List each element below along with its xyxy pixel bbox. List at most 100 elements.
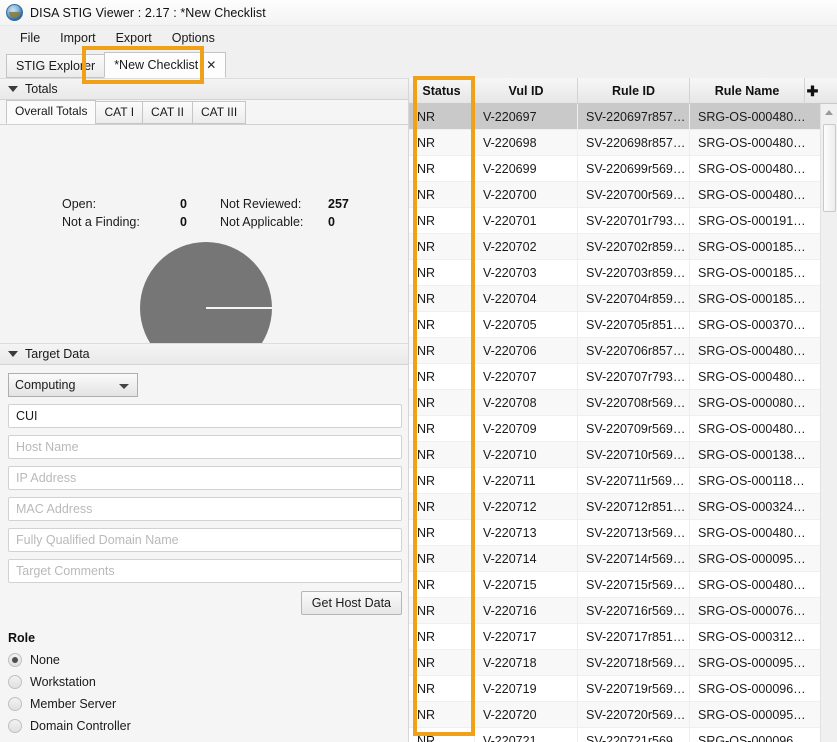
table-row[interactable]: NR V-220713 SV-220713r569… SRG-OS-000480… xyxy=(409,520,820,546)
cell-status: NR xyxy=(409,260,475,285)
cell-vul-id: V-220702 xyxy=(475,234,578,259)
scrollbar-thumb[interactable] xyxy=(823,124,836,212)
cell-vul-id: V-220710 xyxy=(475,442,578,467)
cell-status: NR xyxy=(409,598,475,623)
cell-rule-id: SV-220705r851… xyxy=(578,312,690,337)
menu-file[interactable]: File xyxy=(10,28,50,48)
table-row[interactable]: NR V-220704 SV-220704r859… SRG-OS-000185… xyxy=(409,286,820,312)
tab-overall-totals[interactable]: Overall Totals xyxy=(6,100,97,124)
table-row[interactable]: NR V-220714 SV-220714r569… SRG-OS-000095… xyxy=(409,546,820,572)
table-row[interactable]: NR V-220710 SV-220710r569… SRG-OS-000138… xyxy=(409,442,820,468)
column-header-vul-id[interactable]: Vul ID xyxy=(475,78,578,104)
menu-options[interactable]: Options xyxy=(162,28,225,48)
close-icon[interactable]: ✕ xyxy=(206,58,216,72)
tab-cat-3[interactable]: CAT III xyxy=(191,101,247,124)
menu-bar: File Import Export Options xyxy=(0,26,837,50)
column-header-status[interactable]: Status xyxy=(409,78,475,104)
cell-vul-id: V-220697 xyxy=(475,104,578,129)
menu-import[interactable]: Import xyxy=(50,28,105,48)
ip-address-field[interactable] xyxy=(8,466,402,490)
cell-rule-name: SRG-OS-000480… xyxy=(698,187,805,202)
cell-rule-id: SV-220711r569… xyxy=(578,468,690,493)
table-row[interactable]: NR V-220717 SV-220717r851… SRG-OS-000312… xyxy=(409,624,820,650)
role-option-none[interactable]: None xyxy=(8,649,408,671)
role-option-workstation[interactable]: Workstation xyxy=(8,671,408,693)
mac-address-field[interactable] xyxy=(8,497,402,521)
cell-rule-id: SV-220721r569 xyxy=(578,728,690,742)
classification-select[interactable]: Computing xyxy=(8,373,138,397)
totals-section-header[interactable]: Totals xyxy=(0,78,408,100)
table-row[interactable]: NR V-220719 SV-220719r569… SRG-OS-000096… xyxy=(409,676,820,702)
table-row[interactable]: NR V-220701 SV-220701r793… SRG-OS-000191… xyxy=(409,208,820,234)
table-row[interactable]: NR V-220715 SV-220715r569… SRG-OS-000480… xyxy=(409,572,820,598)
table-row[interactable]: NR V-220708 SV-220708r569… SRG-OS-000080… xyxy=(409,390,820,416)
table-vertical-scrollbar[interactable] xyxy=(820,104,837,742)
target-comments-field[interactable] xyxy=(8,559,402,583)
tab-stig-explorer[interactable]: STIG Explorer xyxy=(6,54,106,78)
cell-rule-id: SV-220718r569… xyxy=(578,650,690,675)
table-row[interactable]: NR V-220705 SV-220705r851… SRG-OS-000370… xyxy=(409,312,820,338)
add-column-icon[interactable]: ✚ xyxy=(805,78,820,104)
get-host-data-button[interactable]: Get Host Data xyxy=(300,591,402,615)
column-header-rule-name[interactable]: Rule Name xyxy=(690,78,805,104)
collapse-triangle-icon xyxy=(8,86,18,92)
table-row[interactable]: NR V-220707 SV-220707r793… SRG-OS-000480… xyxy=(409,364,820,390)
cell-vul-id: V-220711 xyxy=(475,468,578,493)
collapse-triangle-icon xyxy=(8,351,18,357)
table-row[interactable]: NR V-220697 SV-220697r857… SRG-OS-000480… xyxy=(409,104,820,130)
cell-status: NR xyxy=(409,650,475,675)
cell-rule-id: SV-220709r569… xyxy=(578,416,690,441)
table-row[interactable]: NR V-220706 SV-220706r857… SRG-OS-000480… xyxy=(409,338,820,364)
cell-vul-id: V-220716 xyxy=(475,598,578,623)
table-row[interactable]: NR V-220718 SV-220718r569… SRG-OS-000095… xyxy=(409,650,820,676)
classification-field[interactable] xyxy=(8,404,402,428)
pie-slice-not-reviewed xyxy=(140,242,272,343)
menu-export[interactable]: Export xyxy=(106,28,162,48)
table-row[interactable]: NR V-220699 SV-220699r569… SRG-OS-000480… xyxy=(409,156,820,182)
fqdn-field[interactable] xyxy=(8,528,402,552)
cell-rule-id: SV-220714r569… xyxy=(578,546,690,571)
table-row[interactable]: NR V-220712 SV-220712r851… SRG-OS-000324… xyxy=(409,494,820,520)
window-title: DISA STIG Viewer : 2.17 : *New Checklist xyxy=(30,5,266,20)
totals-section-label: Totals xyxy=(25,82,58,96)
get-host-data-row: Get Host Data xyxy=(8,591,402,615)
cell-rule-name: SRG-OS-000480… xyxy=(698,577,805,592)
host-name-field[interactable] xyxy=(8,435,402,459)
tab-overall-totals-label: Overall Totals xyxy=(15,104,88,118)
table-row[interactable]: NR V-220711 SV-220711r569… SRG-OS-000118… xyxy=(409,468,820,494)
table-row[interactable]: NR V-220703 SV-220703r859… SRG-OS-000185… xyxy=(409,260,820,286)
role-option-domain-controller-label: Domain Controller xyxy=(30,719,131,733)
cell-vul-id: V-220720 xyxy=(475,702,578,727)
tab-new-checklist[interactable]: *New Checklist ✕ xyxy=(104,52,227,78)
table-row[interactable]: NR V-220698 SV-220698r857… SRG-OS-000480… xyxy=(409,130,820,156)
tab-cat-2[interactable]: CAT II xyxy=(142,101,193,124)
cell-vul-id: V-220721 xyxy=(475,728,578,742)
scroll-up-button[interactable] xyxy=(821,104,837,121)
role-option-none-label: None xyxy=(30,653,60,667)
table-row[interactable]: NR V-220702 SV-220702r859… SRG-OS-000185… xyxy=(409,234,820,260)
cell-status: NR xyxy=(409,572,475,597)
cell-rule-id: SV-220717r851… xyxy=(578,624,690,649)
cell-rule-id: SV-220704r859… xyxy=(578,286,690,311)
cell-status: NR xyxy=(409,416,475,441)
column-header-rule-id[interactable]: Rule ID xyxy=(578,78,690,104)
tab-cat-1[interactable]: CAT I xyxy=(95,101,144,124)
role-option-member-server[interactable]: Member Server xyxy=(8,693,408,715)
table-row[interactable]: NR V-220721 SV-220721r569 SRG-OS-000096 xyxy=(409,728,820,742)
table-row[interactable]: NR V-220709 SV-220709r569… SRG-OS-000480… xyxy=(409,416,820,442)
cell-status: NR xyxy=(409,702,475,727)
tab-strip: STIG Explorer *New Checklist ✕ xyxy=(0,50,837,78)
table-row[interactable]: NR V-220700 SV-220700r569… SRG-OS-000480… xyxy=(409,182,820,208)
totals-stats-grid: Open: 0 Not Reviewed: 257 Not a Finding:… xyxy=(62,197,368,229)
cell-vul-id: V-220701 xyxy=(475,208,578,233)
cell-rule-id: SV-220715r569… xyxy=(578,572,690,597)
cell-rule-id: SV-220712r851… xyxy=(578,494,690,519)
role-option-domain-controller[interactable]: Domain Controller xyxy=(8,715,408,737)
table-row[interactable]: NR V-220720 SV-220720r569… SRG-OS-000095… xyxy=(409,702,820,728)
target-data-section-header[interactable]: Target Data xyxy=(0,343,408,365)
cell-status: NR xyxy=(409,338,475,363)
table-row[interactable]: NR V-220716 SV-220716r569… SRG-OS-000076… xyxy=(409,598,820,624)
cell-status: NR xyxy=(409,182,475,207)
cell-rule-name: SRG-OS-000324… xyxy=(698,499,805,514)
cell-rule-id: SV-220699r569… xyxy=(578,156,690,181)
